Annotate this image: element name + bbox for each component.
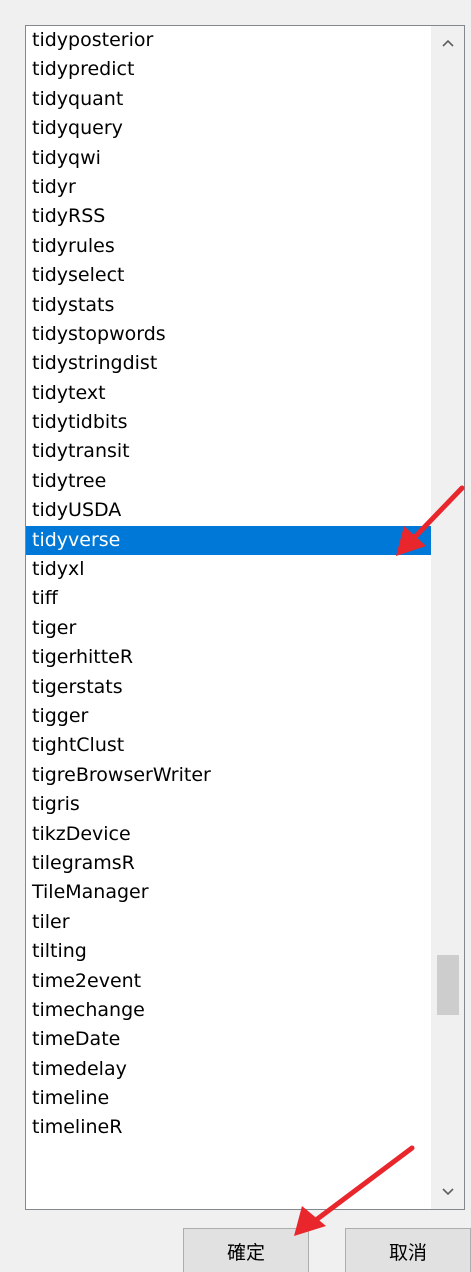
list-item[interactable]: timelineR (26, 1113, 432, 1142)
list-item[interactable]: tidyxl (26, 555, 432, 584)
scroll-down-button[interactable] (431, 1175, 464, 1209)
list-item[interactable]: tidyqwi (26, 144, 432, 173)
list-item[interactable]: tilegramsR (26, 849, 432, 878)
list-item[interactable]: timedelay (26, 1055, 432, 1084)
list-item[interactable]: timechange (26, 996, 432, 1025)
chevron-down-icon (441, 1188, 454, 1196)
list-item[interactable]: timeDate (26, 1025, 432, 1054)
list-item[interactable]: TileManager (26, 878, 432, 907)
scroll-thumb[interactable] (437, 955, 459, 1015)
cancel-button[interactable]: 取消 (345, 1228, 471, 1272)
list-item[interactable]: tidypredict (26, 55, 432, 84)
list-item[interactable]: tigerhitteR (26, 643, 432, 672)
list-item[interactable]: tidystats (26, 291, 432, 320)
list-item[interactable]: tidytext (26, 379, 432, 408)
list-item[interactable]: time2event (26, 967, 432, 996)
list-item[interactable]: tiger (26, 614, 432, 643)
list-item[interactable]: tigreBrowserWriter (26, 761, 432, 790)
list-item[interactable]: tidyr (26, 173, 432, 202)
list-item[interactable]: tidyUSDA (26, 496, 432, 525)
list-item[interactable]: tidytransit (26, 437, 432, 466)
package-list: tidyposterior tidypredict tidyquant tidyque… (26, 26, 432, 1209)
scroll-up-button[interactable] (431, 26, 464, 60)
list-item[interactable]: tilting (26, 937, 432, 966)
ok-button[interactable]: 確定 (183, 1228, 309, 1272)
list-item[interactable]: tidyposterior (26, 26, 432, 55)
list-item[interactable]: tiff (26, 584, 432, 613)
vertical-scrollbar[interactable] (431, 26, 464, 1209)
chevron-up-icon (441, 39, 454, 47)
list-item[interactable]: tigris (26, 790, 432, 819)
list-item[interactable]: tidyquery (26, 114, 432, 143)
package-listbox[interactable]: tidyposterior tidypredict tidyquant tidyque… (25, 25, 465, 1210)
list-item[interactable]: tikzDevice (26, 820, 432, 849)
list-item[interactable]: tidystringdist (26, 349, 432, 378)
list-item-selected[interactable]: tidyverse (26, 525, 432, 556)
list-item[interactable]: tiler (26, 908, 432, 937)
list-item[interactable]: tidyquant (26, 85, 432, 114)
list-item[interactable]: tidyrules (26, 232, 432, 261)
list-item[interactable]: tidyselect (26, 261, 432, 290)
list-item[interactable]: tidystopwords (26, 320, 432, 349)
list-item[interactable]: tidytidbits (26, 408, 432, 437)
list-item[interactable]: timeline (26, 1084, 432, 1113)
list-item[interactable]: tightClust (26, 731, 432, 760)
list-item[interactable]: tigger (26, 702, 432, 731)
list-item[interactable]: tidytree (26, 467, 432, 496)
list-item[interactable]: tidyRSS (26, 202, 432, 231)
list-item[interactable]: tigerstats (26, 673, 432, 702)
package-select-dialog: tidyposterior tidypredict tidyquant tidyque… (0, 0, 471, 1272)
